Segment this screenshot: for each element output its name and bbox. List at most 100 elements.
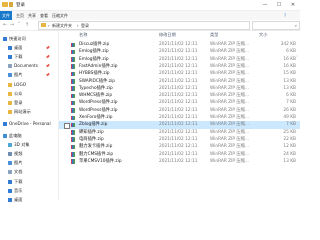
sidebar-item[interactable]: 音乐 <box>0 187 58 195</box>
close-button[interactable]: ✕ <box>286 0 300 10</box>
file-size: 16 KB <box>283 63 296 69</box>
file-row[interactable]: Zblog插件.zip 2021/11/02 12:11 WinRAR ZIP 压缩… <box>59 121 300 129</box>
file-name: FastAdmin插件.zip <box>79 63 118 69</box>
file-date: 2021/11/02 12:11 <box>159 85 198 91</box>
pin-icon: 📌 <box>45 46 50 51</box>
document-icon <box>8 64 12 69</box>
file-row[interactable]: WHMCS插件.zip 2021/11/02 12:11 WinRAR ZIP 压缩… <box>59 92 300 99</box>
file-date: 2021/11/02 12:11 <box>159 122 198 128</box>
column-header-type[interactable]: 类型 <box>210 31 218 39</box>
file-size: 24 KB <box>283 151 296 157</box>
file-date: 2021/11/02 12:11 <box>159 100 198 106</box>
maximize-button[interactable]: ☐ <box>272 0 286 10</box>
file-name: Emlog插件.zip <box>79 56 109 62</box>
file-type: WinRAR ZIP 压缩... <box>210 93 250 99</box>
sidebar-item[interactable]: 图片 📌 <box>0 71 58 79</box>
file-type: WinRAR ZIP 压缩... <box>210 78 250 84</box>
tab-compressed[interactable]: 压缩文件 <box>52 11 68 20</box>
file-type: WinRAR ZIP 压缩... <box>210 42 250 47</box>
zip-archive-icon <box>71 71 75 77</box>
tab-home[interactable]: 主页 <box>16 11 24 20</box>
address-bar[interactable]: › 新建文件夹 › 登录 <box>38 21 250 30</box>
question-icon[interactable]: ? <box>284 11 286 20</box>
desktop-icon <box>8 46 12 51</box>
sidebar-item[interactable]: 此电脑 <box>0 132 58 140</box>
column-header-size[interactable]: 大小 <box>259 31 267 39</box>
forward-arrow-icon[interactable]: → <box>9 21 15 29</box>
sidebar-item[interactable]: 登录 <box>0 99 58 107</box>
sidebar-item[interactable]: 下载 📌 <box>0 53 58 61</box>
file-size: 13 KB <box>283 158 296 164</box>
file-row[interactable]: 蝉知插件.zip 2021/11/02 12:11 WinRAR ZIP 压缩...… <box>59 129 300 136</box>
file-row[interactable]: 电商插件.zip 2021/11/02 12:11 WinRAR ZIP 压缩...… <box>59 136 300 143</box>
title-bar: 登录 — ☐ ✕ <box>0 0 300 11</box>
file-row[interactable]: FastAdmin插件.zip 2021/11/02 12:11 WinRAR ZI… <box>59 63 300 70</box>
sidebar-item[interactable]: OneDrive - Personal <box>0 120 58 128</box>
file-row[interactable]: XenForo插件.zip 2021/11/02 12:11 WinRAR ZIP … <box>59 114 300 121</box>
file-row[interactable]: SWAPIDC插件.zip 2021/11/02 12:11 WinRAR ZIP … <box>59 78 300 85</box>
file-row[interactable]: Typecho插件.zip 2021/11/02 12:11 WinRAR ZIP … <box>59 85 300 92</box>
file-name: 苹果CMSV10插件.zip <box>79 158 122 164</box>
minimize-button[interactable]: — <box>258 0 272 10</box>
sidebar-item[interactable]: 3D 对象 <box>0 141 58 149</box>
sidebar-item-label: 文档 <box>14 169 23 175</box>
file-row[interactable]: WordPress插件.zip 2021/11/02 12:11 WinRAR ZI… <box>59 99 300 106</box>
zip-archive-icon <box>71 122 75 128</box>
file-size: 13 KB <box>283 78 296 84</box>
sidebar-item[interactable]: Documents 📌 <box>0 62 58 70</box>
up-arrow-icon[interactable]: ↑ <box>24 21 30 29</box>
file-name: Emlog插件.zip <box>79 49 109 55</box>
zip-archive-icon <box>71 79 75 84</box>
column-header-name[interactable]: 名称 <box>79 31 87 39</box>
file-type: WinRAR ZIP 压缩... <box>210 158 250 164</box>
tab-file[interactable]: 文件 <box>0 11 12 20</box>
quick-access-toolbar-icon[interactable] <box>9 2 13 7</box>
sidebar-item-label: 桌面 <box>14 196 23 202</box>
column-header-date[interactable]: 修改日期 <box>159 31 176 39</box>
sidebar-item-label: OneDrive - Personal <box>9 120 51 126</box>
file-size: 16 KB <box>283 56 296 62</box>
sidebar-item[interactable]: 快速访问 <box>0 35 58 43</box>
breadcrumb-item-current[interactable]: 登录 <box>81 22 89 29</box>
sidebar-item[interactable]: 桌面 📌 <box>0 44 58 52</box>
search-input[interactable]: ⌕ <box>252 21 300 30</box>
sidebar-item[interactable]: 桌面 <box>0 196 58 204</box>
sidebar-item-label: 图片 <box>14 72 23 78</box>
file-row[interactable]: HYBBS插件.zip 2021/11/02 12:11 WinRAR ZIP 压缩… <box>59 70 300 77</box>
sidebar-item[interactable]: 公众 <box>0 90 58 98</box>
file-size: 12 KB <box>283 144 296 150</box>
sidebar-item[interactable]: 网站演示 <box>0 108 58 116</box>
file-type: WinRAR ZIP 压缩... <box>210 71 250 77</box>
file-row[interactable]: Emlog插件.zip 2021/11/02 12:11 WinRAR ZIP 压缩… <box>59 48 300 55</box>
sidebar-item[interactable]: 下载 <box>0 178 58 186</box>
file-row[interactable]: 魅力发卡插件.zip 2021/11/02 12:11 WinRAR ZIP 压缩.… <box>59 143 300 150</box>
breadcrumb-separator: › <box>48 23 50 28</box>
tab-share[interactable]: 共享 <box>28 11 36 20</box>
file-type: WinRAR ZIP 压缩... <box>210 144 250 150</box>
sidebar-item-label: 公众 <box>14 90 23 96</box>
sidebar-item[interactable]: 文档 <box>0 168 58 176</box>
sidebar-item[interactable]: 图片 <box>0 159 58 167</box>
file-row[interactable]: WordPress插件.zip 2021/11/02 12:11 WinRAR ZI… <box>59 107 300 114</box>
file-row[interactable]: 魅力CMS插件.zip 2021/11/02 12:11 WinRAR ZIP 压缩… <box>59 151 300 158</box>
star-icon <box>3 37 7 41</box>
file-type: WinRAR ZIP 压缩... <box>210 56 250 62</box>
file-type: WinRAR ZIP 压缩... <box>210 115 250 120</box>
back-arrow-icon[interactable]: ← <box>2 21 8 29</box>
sidebar-item[interactable]: LOGO <box>0 81 58 89</box>
tab-view[interactable]: 查看 <box>40 11 48 20</box>
sidebar-item[interactable]: 视频 <box>0 150 58 158</box>
file-size: 13 KB <box>283 85 296 91</box>
pin-icon: 📌 <box>45 64 50 69</box>
chevron-down-icon[interactable]: ˅ <box>16 21 22 29</box>
file-type: WinRAR ZIP 压缩... <box>210 49 250 55</box>
file-row[interactable]: Discuz插件.zip 2021/11/02 12:11 WinRAR ZIP 压… <box>59 41 300 48</box>
zip-archive-icon <box>71 42 75 47</box>
zip-archive-icon <box>71 137 75 142</box>
breadcrumb-item[interactable]: 新建文件夹 <box>52 22 72 29</box>
file-type: WinRAR ZIP 压缩... <box>210 151 250 157</box>
file-size: 7 KB <box>286 122 296 128</box>
file-row[interactable]: Emlog插件.zip 2021/11/02 12:11 WinRAR ZIP 压缩… <box>59 56 300 63</box>
file-date: 2021/11/02 12:11 <box>159 115 198 120</box>
file-row[interactable]: 苹果CMSV10插件.zip 2021/11/02 12:11 WinRAR ZIP… <box>59 158 300 165</box>
